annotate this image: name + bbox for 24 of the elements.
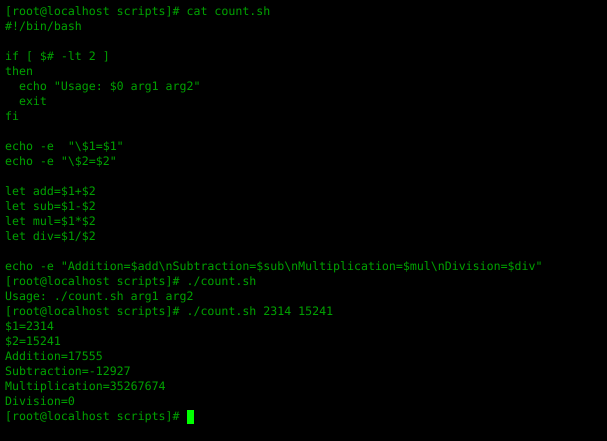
terminal-line: if [ $# -lt 2 ]	[5, 49, 110, 64]
terminal-line: let mul=$1*$2	[5, 214, 96, 229]
terminal-line: let div=$1/$2	[5, 229, 96, 244]
terminal-line: Subtraction=-12927	[5, 364, 131, 379]
terminal-line: Usage: ./count.sh arg1 arg2	[5, 289, 194, 304]
terminal-line: echo -e "Addition=$add\nSubtraction=$sub\nMultiplication=$mul\nDivision=$div"	[5, 259, 542, 274]
terminal-line: Addition=17555	[5, 349, 103, 364]
terminal-line: fi	[5, 109, 19, 124]
terminal-line: [root@localhost scripts]# ./count.sh 2314 15241	[5, 304, 334, 319]
terminal-line: Division=0	[5, 394, 75, 409]
terminal-line: [root@localhost scripts]# ./count.sh	[5, 274, 256, 289]
terminal-line: [root@localhost scripts]# cat count.sh	[5, 4, 270, 19]
terminal-line: echo "Usage: $0 arg1 arg2"	[18, 79, 200, 94]
terminal-line: echo -e "\$2=$2"	[5, 154, 117, 169]
terminal-line: $1=2314	[5, 319, 54, 334]
terminal-line: let sub=$1-$2	[5, 199, 96, 214]
terminal-line: #!/bin/bash	[5, 19, 82, 34]
terminal-line: let add=$1+$2	[5, 184, 96, 199]
terminal-line: $2=15241	[5, 334, 61, 349]
terminal-line: exit	[18, 94, 47, 109]
terminal-line: Multiplication=35267674	[5, 379, 166, 394]
terminal-line: echo -e "\$1=$1"	[5, 139, 124, 154]
terminal-line: then	[5, 64, 33, 79]
shell-prompt: [root@localhost scripts]#	[5, 409, 180, 424]
